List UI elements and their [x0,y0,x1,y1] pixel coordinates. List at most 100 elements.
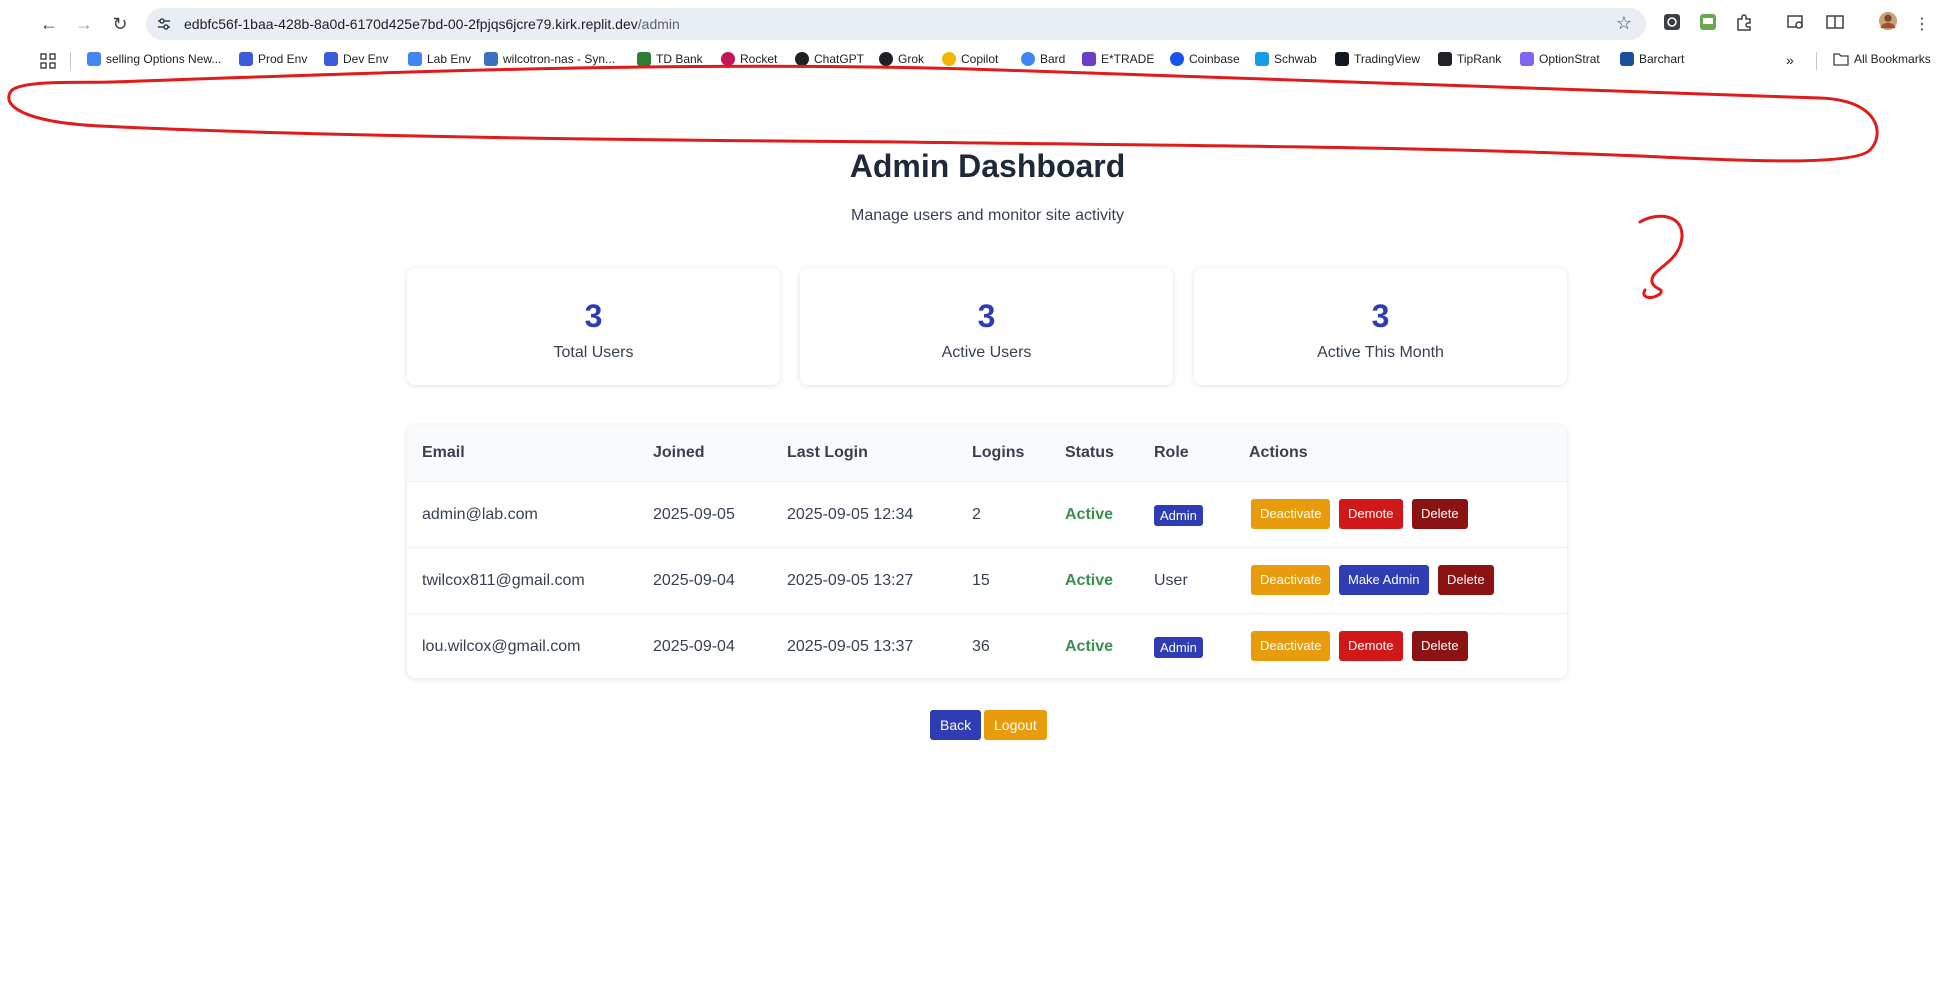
bookmark-label: Barchart [1639,52,1685,66]
bookmark-label: Bard [1040,52,1066,66]
reading-mode-icon[interactable] [1825,12,1845,32]
bookmark-item[interactable]: Schwab [1255,52,1317,66]
url-path: /admin [637,16,680,32]
apps-grid-icon[interactable] [40,53,56,69]
table-header: Email Joined Last Login Logins Status Ro… [407,425,1567,481]
back-button[interactable]: Back [930,710,982,740]
bookmark-item[interactable]: Coinbase [1170,52,1240,66]
bookmark-item[interactable]: E*TRADE [1082,52,1154,66]
status-badge: Active [1065,572,1114,589]
bookmark-item[interactable]: Bard [1021,52,1065,66]
bookmark-label: E*TRADE [1101,52,1155,66]
deactivate-button[interactable]: Deactivate [1251,565,1331,595]
cell-joined: 2025-09-04 [653,572,735,589]
bookmarks-bar: selling Options New... Prod Env Dev Env … [0,49,1940,73]
bookmark-item[interactable]: ChatGPT [795,52,864,66]
all-bookmarks-folder[interactable]: All Bookmarks [1833,52,1931,66]
bookmark-label: TipRank [1457,52,1502,66]
demote-button[interactable]: Demote [1339,499,1403,529]
cell-email: twilcox811@gmail.com [422,572,585,589]
bookmark-star-icon[interactable]: ☆ [1616,13,1632,34]
bookmark-favicon-icon [87,52,101,66]
chatgpt-extension-icon[interactable] [1662,12,1682,32]
logout-button[interactable]: Logout [984,710,1047,740]
bookmark-favicon-icon [1438,52,1452,66]
cell-joined: 2025-09-04 [653,638,735,655]
bookmark-label: wilcotron-nas - Syn... [503,52,616,66]
stat-label: Active This Month [1317,344,1444,361]
bookmark-favicon-icon [1520,52,1534,66]
bookmark-item[interactable]: TD Bank [637,52,703,66]
column-header-logins: Logins [972,444,1025,461]
bookmark-item[interactable]: Rocket [721,52,777,66]
bookmark-item[interactable]: Barchart [1620,52,1684,66]
bookmark-item[interactable]: Lab Env [408,52,471,66]
stat-value: 3 [977,298,996,334]
bookmark-favicon-icon [637,52,651,66]
reload-icon[interactable]: ↻ [108,12,132,36]
more-bookmarks-icon[interactable]: » [1786,52,1794,68]
green-extension-icon[interactable] [1698,12,1718,32]
table-row: twilcox811@gmail.com 2025-09-04 2025-09-… [407,547,1567,613]
bookmarks-divider [1816,52,1817,70]
extensions-puzzle-icon[interactable] [1734,12,1754,32]
bookmark-item[interactable]: OptionStrat [1520,52,1600,66]
column-header-last-login: Last Login [787,444,868,461]
stat-card-total-users: 3 Total Users [407,268,780,385]
bookmark-label: ChatGPT [814,52,865,66]
page-title: Admin Dashboard [849,148,1126,184]
forward-arrow-icon[interactable]: → [72,12,96,36]
bookmark-favicon-icon [721,52,735,66]
bookmark-label: Lab Env [427,52,472,66]
stat-value: 3 [584,298,603,334]
bookmark-item[interactable]: TradingView [1335,52,1420,66]
bookmark-label: selling Options New... [106,52,222,66]
bookmark-favicon-icon [1170,52,1184,66]
kebab-menu-icon[interactable]: ⋮ [1910,12,1934,36]
url-host: edbfc56f-1baa-428b-8a0d-6170d425e7bd-00-… [184,16,638,32]
bookmark-favicon-icon [795,52,809,66]
delete-button[interactable]: Delete [1412,631,1468,661]
page-subtitle: Manage users and monitor site activity [850,207,1124,224]
bookmark-label: Schwab [1274,52,1317,66]
folder-icon [1833,53,1849,66]
bookmark-label: TradingView [1354,52,1421,66]
bookmark-item[interactable]: Prod Env [239,52,307,66]
column-header-role: Role [1154,444,1189,461]
back-arrow-icon[interactable]: ← [37,12,61,36]
question-mark-annotation [1638,214,1684,299]
bookmark-label: TD Bank [656,52,703,66]
cell-last-login: 2025-09-05 12:34 [787,506,914,523]
deactivate-button[interactable]: Deactivate [1251,499,1331,529]
bookmark-favicon-icon [1021,52,1035,66]
bookmark-favicon-icon [1082,52,1096,66]
address-row: ← → ↻ edbfc56f-1baa-428b-8a0d-6170d425e7… [0,6,1940,42]
deactivate-button[interactable]: Deactivate [1251,631,1331,661]
bookmark-label: Prod Env [258,52,308,66]
bookmark-item[interactable]: wilcotron-nas - Syn... [484,52,615,66]
bookmark-item[interactable]: TipRank [1438,52,1501,66]
site-settings-icon[interactable] [156,16,172,32]
delete-button[interactable]: Delete [1438,565,1494,595]
column-header-status: Status [1065,444,1114,461]
bookmark-item[interactable]: Copilot [942,52,998,66]
cell-last-login: 2025-09-05 13:27 [787,572,914,589]
column-header-actions: Actions [1249,444,1308,461]
make-admin-button[interactable]: Make Admin [1339,565,1429,595]
cell-email: lou.wilcox@gmail.com [422,638,581,655]
address-bar[interactable]: edbfc56f-1baa-428b-8a0d-6170d425e7bd-00-… [146,8,1646,40]
cell-email: admin@lab.com [422,506,538,523]
bookmark-label: Dev Env [343,52,389,66]
profile-avatar-icon[interactable] [1878,11,1898,31]
url-text: edbfc56f-1baa-428b-8a0d-6170d425e7bd-00-… [184,16,680,32]
stat-label: Active Users [941,344,1032,361]
tab-search-icon[interactable] [1786,12,1806,32]
role-badge-admin: Admin [1154,637,1203,658]
demote-button[interactable]: Demote [1339,631,1403,661]
bookmark-item[interactable]: selling Options New... [87,52,221,66]
delete-button[interactable]: Delete [1412,499,1468,529]
bookmark-favicon-icon [1620,52,1634,66]
bookmark-item[interactable]: Dev Env [324,52,388,66]
bookmark-item[interactable]: Grok [879,52,924,66]
bookmark-favicon-icon [324,52,338,66]
